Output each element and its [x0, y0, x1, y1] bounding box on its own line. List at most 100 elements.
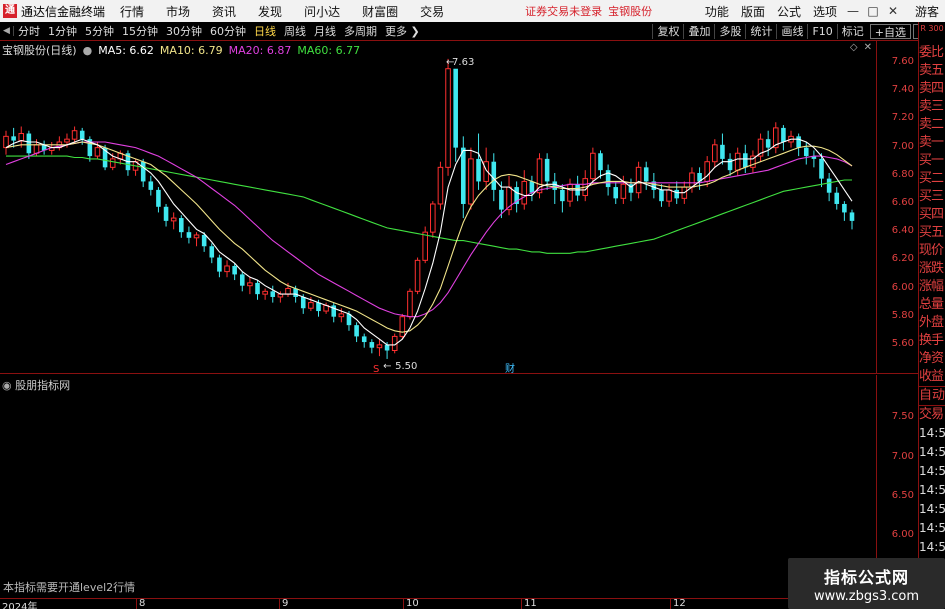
adjust-button[interactable]: 复权	[652, 23, 683, 39]
candle-up[interactable]	[56, 136, 63, 151]
candle-down[interactable]	[140, 158, 146, 188]
candle-down[interactable]	[255, 280, 260, 300]
candle-down[interactable]	[361, 333, 367, 348]
more-periods-button[interactable]: 更多 ❯	[381, 23, 424, 39]
candle-down[interactable]	[461, 136, 466, 219]
mark-button[interactable]: 标记	[836, 23, 868, 39]
candle-down[interactable]	[209, 243, 215, 264]
candle-down[interactable]	[41, 140, 47, 155]
candle-up[interactable]	[712, 139, 718, 168]
statistics-button[interactable]: 统计	[745, 23, 776, 39]
menu-news[interactable]: 资讯	[201, 3, 247, 20]
menu-function[interactable]: 功能	[699, 3, 735, 20]
candle-down[interactable]	[811, 150, 817, 168]
panel-close-icon[interactable]: ✕	[864, 42, 872, 53]
candle-up[interactable]	[506, 175, 512, 216]
menu-trade[interactable]: 交易	[409, 3, 455, 20]
menu-ask[interactable]: 问小达	[293, 3, 351, 20]
indicator-settings-icon[interactable]: ◉	[2, 379, 12, 392]
draw-line-button[interactable]: 画线	[776, 23, 807, 39]
candle-down[interactable]	[849, 209, 855, 230]
candle-down[interactable]	[803, 141, 809, 165]
close-icon[interactable]: ✕	[883, 4, 903, 18]
candle-up[interactable]	[437, 161, 444, 210]
candle-down[interactable]	[834, 187, 840, 210]
candle-down[interactable]	[613, 181, 619, 204]
menu-quotes[interactable]: 行情	[109, 3, 155, 20]
candle-up[interactable]	[422, 226, 428, 264]
price-chart-panel[interactable]: 7.63 ← ← 5.50 S 财 宝钢股份(日线) ● MA5: 6.62 MA10: …	[0, 41, 876, 374]
tab-multi-period[interactable]: 多周期	[340, 23, 381, 39]
candle-up[interactable]	[407, 288, 413, 320]
candle-up[interactable]	[635, 161, 642, 199]
f10-button[interactable]: F10	[807, 23, 836, 39]
add-watchlist-button[interactable]: +自选	[869, 23, 911, 39]
candle-down[interactable]	[826, 172, 832, 202]
candle-up[interactable]	[772, 122, 779, 154]
tab-weekly[interactable]: 周线	[280, 23, 310, 39]
candle-down[interactable]	[270, 285, 276, 303]
candle-down[interactable]	[781, 125, 786, 151]
candle-up[interactable]	[445, 58, 451, 176]
candle-down[interactable]	[148, 175, 154, 196]
broker-login-notice[interactable]: 证券交易未登录	[525, 3, 602, 19]
candle-down[interactable]	[765, 130, 771, 157]
candle-up[interactable]	[399, 313, 406, 340]
candle-up[interactable]	[590, 147, 596, 185]
tab-intraday[interactable]: 分时	[14, 23, 44, 39]
candle-up[interactable]	[483, 147, 489, 190]
candle-down[interactable]	[552, 172, 558, 204]
candle-down[interactable]	[643, 161, 649, 190]
candle-down[interactable]	[453, 68, 458, 162]
candle-up[interactable]	[224, 260, 230, 278]
overlay-button[interactable]: 叠加	[683, 23, 714, 39]
candle-down[interactable]	[156, 187, 161, 213]
candle-up[interactable]	[430, 201, 436, 238]
candle-down[interactable]	[354, 322, 359, 343]
panel-settings-icon[interactable]: ◇	[850, 42, 858, 53]
tab-30min[interactable]: 30分钟	[162, 23, 206, 39]
candle-up[interactable]	[376, 339, 383, 357]
indicator-panel[interactable]: ◉ 股朋指标网 本指标需要开通level2行情	[0, 375, 876, 598]
guest-login-button[interactable]: 游客	[915, 3, 939, 20]
candle-up[interactable]	[750, 150, 756, 173]
tab-60min[interactable]: 60分钟	[206, 23, 250, 39]
toolbar-expand-icon[interactable]: ◀	[0, 26, 14, 36]
candle-up[interactable]	[247, 277, 253, 295]
multi-stock-button[interactable]: 多股	[714, 23, 745, 39]
maximize-icon[interactable]: □	[863, 4, 883, 18]
tab-monthly[interactable]: 月线	[310, 23, 340, 39]
candle-up[interactable]	[414, 257, 421, 295]
candle-up[interactable]	[567, 178, 573, 207]
menu-wealth[interactable]: 财富圈	[351, 3, 409, 20]
minimize-icon[interactable]: —	[843, 4, 863, 18]
candle-up[interactable]	[3, 130, 9, 155]
settings-dot-icon[interactable]: ●	[83, 44, 93, 57]
candle-up[interactable]	[468, 147, 474, 210]
candle-down[interactable]	[727, 153, 733, 176]
candle-down[interactable]	[125, 150, 131, 176]
candle-up[interactable]	[193, 232, 200, 247]
candle-down[interactable]	[87, 136, 93, 162]
candle-down[interactable]	[514, 181, 519, 213]
trade-button[interactable]: 交易	[919, 406, 945, 424]
tab-daily[interactable]: 日线	[250, 23, 280, 39]
candle-down[interactable]	[217, 254, 222, 278]
candle-down[interactable]	[651, 172, 657, 199]
candle-down[interactable]	[239, 271, 245, 292]
candle-down[interactable]	[179, 215, 184, 238]
candle-up[interactable]	[757, 133, 764, 162]
candle-down[interactable]	[529, 175, 535, 202]
candle-down[interactable]	[331, 302, 337, 323]
candlestick-chart[interactable]: 7.63←← 5.50S 财	[0, 41, 876, 374]
candle-down[interactable]	[476, 133, 481, 190]
candle-down[interactable]	[598, 150, 603, 179]
auto-button[interactable]: 自动	[919, 386, 945, 406]
candle-down[interactable]	[186, 226, 192, 244]
candle-down[interactable]	[605, 164, 611, 196]
tab-1min[interactable]: 1分钟	[44, 23, 81, 39]
candle-up[interactable]	[262, 288, 268, 300]
candle-down[interactable]	[163, 203, 169, 227]
candle-down[interactable]	[369, 339, 375, 354]
menu-discover[interactable]: 发现	[247, 3, 293, 20]
